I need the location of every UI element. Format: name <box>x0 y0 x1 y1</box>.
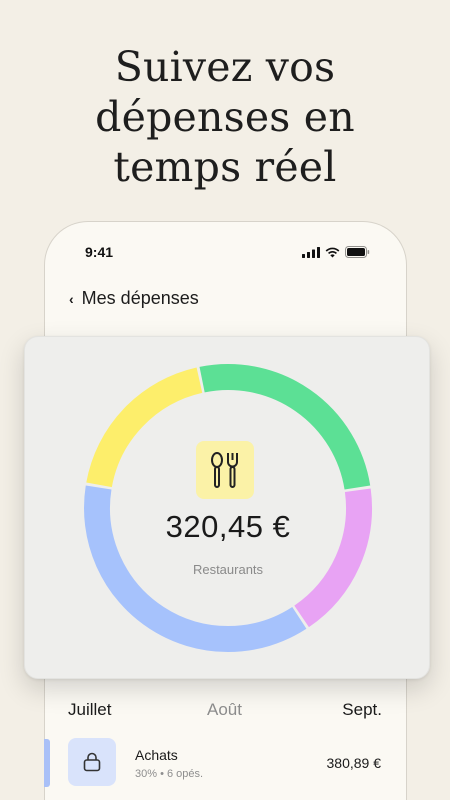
wifi-icon <box>325 247 340 257</box>
transaction-row-achats[interactable]: Achats 30% • 6 opés. 380,89 € <box>44 733 407 800</box>
headline: Suivez vos dépenses en temps réel <box>0 42 450 192</box>
transaction-title: Achats <box>135 747 178 763</box>
headline-line-1: Suivez vos <box>114 43 336 91</box>
month-selector: Juillet Août Sept. <box>0 700 450 724</box>
total-amount: 320,45 € <box>165 509 291 544</box>
status-time: 9:41 <box>85 244 114 260</box>
transaction-meta: 30% • 6 opés. <box>135 768 204 780</box>
donut-slice-3 <box>86 367 203 488</box>
row-icon-tile <box>68 738 116 786</box>
month-tab-aout[interactable]: Août <box>207 700 242 720</box>
category-label: Restaurants <box>192 562 264 577</box>
signal-icon <box>302 246 320 258</box>
month-tab-sept[interactable]: Sept. <box>342 700 382 720</box>
row-accent-bar <box>44 739 50 787</box>
page-title: Mes dépenses <box>81 288 199 308</box>
spending-donut-card: 320,45 € Restaurants <box>24 336 430 679</box>
lock-icon <box>83 752 101 772</box>
back-button[interactable]: ‹ Mes dépenses <box>69 288 199 309</box>
fork-spoon-icon <box>211 452 238 488</box>
category-icon-tile <box>196 441 254 499</box>
chevron-left-icon: ‹ <box>69 290 74 307</box>
transaction-amount: 380,89 € <box>326 755 382 771</box>
battery-icon <box>345 246 370 258</box>
month-tab-juillet[interactable]: Juillet <box>68 700 111 720</box>
status-icons <box>302 246 370 258</box>
headline-line-2: dépenses en <box>95 93 355 141</box>
headline-line-3: temps réel <box>113 143 337 191</box>
